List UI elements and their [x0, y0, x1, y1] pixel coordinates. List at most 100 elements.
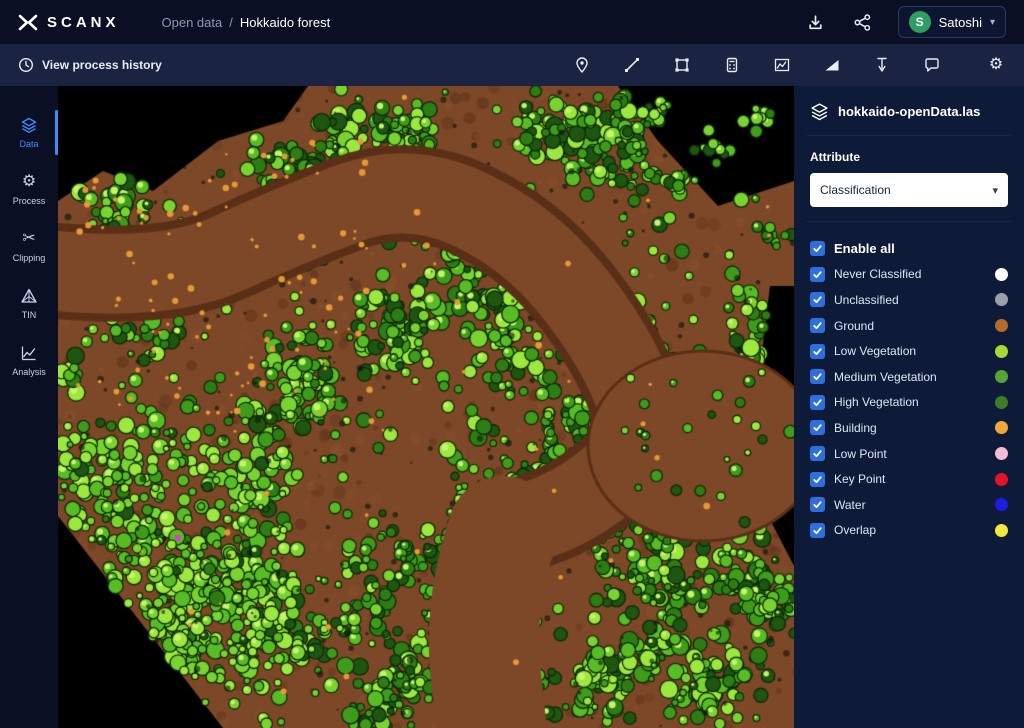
gear-icon: ⚙: [989, 56, 1003, 74]
class-checkbox[interactable]: [810, 497, 825, 512]
legend-label: Building: [834, 421, 877, 435]
legend-color-swatch: [995, 421, 1008, 434]
legend-item-ground: Ground: [810, 313, 1008, 339]
left-sidebar: Data ⚙ Process ✂ Clipping TIN: [0, 86, 58, 728]
attribute-selected-value: Classification: [820, 183, 891, 197]
sidebar-item-label: Process: [13, 196, 46, 206]
class-checkbox[interactable]: [810, 523, 825, 538]
legend-item-never-classified: Never Classified: [810, 262, 1008, 288]
content-area: Data ⚙ Process ✂ Clipping TIN: [0, 86, 1024, 728]
layers-icon: [20, 116, 38, 134]
avatar: S: [909, 11, 931, 33]
profile-chart-tool-button[interactable]: [772, 55, 792, 75]
slope-tool-button[interactable]: [822, 55, 842, 75]
class-checkbox[interactable]: [810, 292, 825, 307]
logo-text: SCANX: [47, 14, 120, 31]
measure-line-tool-button[interactable]: [622, 55, 642, 75]
top-bar: SCANX Open data / Hokkaido forest: [0, 0, 1024, 44]
calculator-tool-button[interactable]: [722, 55, 742, 75]
class-checkbox[interactable]: [810, 472, 825, 487]
legend-label: Never Classified: [834, 267, 921, 281]
breadcrumb-separator: /: [229, 15, 233, 30]
legend-item-low-vegetation: Low Vegetation: [810, 338, 1008, 364]
legend-color-swatch: [995, 396, 1008, 409]
legend-color-swatch: [995, 370, 1008, 383]
profile-chart-icon: [773, 56, 791, 74]
legend-item-low-point: Low Point: [810, 441, 1008, 467]
class-checkbox[interactable]: [810, 318, 825, 333]
share-icon: [853, 13, 872, 32]
height-measure-tool-button[interactable]: [872, 55, 892, 75]
gears-icon: ⚙: [22, 173, 36, 191]
chevron-down-icon: ▾: [990, 17, 995, 28]
export-button[interactable]: [804, 11, 827, 34]
legend-enable-all-row: Enable all: [810, 236, 1008, 262]
settings-button[interactable]: ⚙: [986, 55, 1006, 75]
logo: SCANX: [18, 14, 120, 31]
divider: [806, 221, 1012, 222]
export-icon: [806, 13, 825, 32]
sidebar-item-data[interactable]: Data: [0, 104, 58, 161]
class-checkbox[interactable]: [810, 369, 825, 384]
class-checkbox[interactable]: [810, 395, 825, 410]
legend-color-swatch: [995, 319, 1008, 332]
legend-label: Low Point: [834, 447, 887, 461]
legend-item-high-vegetation: High Vegetation: [810, 390, 1008, 416]
legend-color-swatch: [995, 345, 1008, 358]
sidebar-item-process[interactable]: ⚙ Process: [0, 161, 58, 218]
marker-icon: [573, 56, 591, 74]
point-cloud-viewport[interactable]: [58, 86, 794, 728]
comment-icon: [923, 56, 941, 74]
sidebar-item-analysis[interactable]: Analysis: [0, 332, 58, 389]
analysis-chart-icon: [20, 344, 38, 362]
class-checkbox[interactable]: [810, 420, 825, 435]
sidebar-item-tin[interactable]: TIN: [0, 275, 58, 332]
enable-all-checkbox[interactable]: [810, 241, 825, 256]
sidebar-item-label: Clipping: [13, 253, 46, 263]
legend-color-swatch: [995, 293, 1008, 306]
history-clock-icon: [18, 57, 34, 73]
legend-label: Unclassified: [834, 293, 899, 307]
scanx-logo-icon: [18, 14, 38, 31]
divider: [806, 135, 1012, 136]
dataset-filename: hokkaido-openData.las: [838, 104, 980, 119]
sidebar-item-label: TIN: [22, 310, 37, 320]
polygon-select-icon: [673, 56, 691, 74]
legend-label: Low Vegetation: [834, 344, 916, 358]
layers-icon: [810, 102, 829, 121]
marker-tool-button[interactable]: [572, 55, 592, 75]
legend-item-building: Building: [810, 415, 1008, 441]
height-measure-icon: [873, 56, 891, 74]
attribute-label: Attribute: [810, 150, 1008, 164]
chevron-down-icon: ▾: [992, 184, 998, 197]
class-checkbox[interactable]: [810, 446, 825, 461]
topbar-actions: S Satoshi ▾: [804, 6, 1006, 38]
class-checkbox[interactable]: [810, 344, 825, 359]
legend-label: High Vegetation: [834, 395, 919, 409]
legend-label: Medium Vegetation: [834, 370, 937, 384]
user-name: Satoshi: [939, 15, 982, 30]
legend-color-swatch: [995, 473, 1008, 486]
viewport-container: [58, 86, 794, 728]
user-menu[interactable]: S Satoshi ▾: [898, 6, 1006, 38]
sidebar-item-clipping[interactable]: ✂ Clipping: [0, 218, 58, 275]
share-button[interactable]: [851, 11, 874, 34]
legend-item-unclassified: Unclassified: [810, 287, 1008, 313]
legend-color-swatch: [995, 498, 1008, 511]
legend-item-overlap: Overlap: [810, 518, 1008, 544]
comment-tool-button[interactable]: [922, 55, 942, 75]
classification-legend: Enable all Never Classified Unclassified…: [810, 236, 1008, 543]
breadcrumb: Open data / Hokkaido forest: [162, 15, 331, 30]
polygon-select-tool-button[interactable]: [672, 55, 692, 75]
attribute-select[interactable]: Classification ▾: [810, 173, 1008, 207]
class-checkbox[interactable]: [810, 267, 825, 282]
legend-item-key-point: Key Point: [810, 466, 1008, 492]
legend-color-swatch: [995, 447, 1008, 460]
breadcrumb-root[interactable]: Open data: [162, 15, 223, 30]
legend-label: Water: [834, 498, 866, 512]
sidebar-item-label: Data: [19, 139, 38, 149]
legend-color-swatch: [995, 268, 1008, 281]
measure-line-icon: [623, 56, 641, 74]
sidebar-item-label: Analysis: [12, 367, 46, 377]
view-process-history-button[interactable]: View process history: [18, 57, 162, 73]
